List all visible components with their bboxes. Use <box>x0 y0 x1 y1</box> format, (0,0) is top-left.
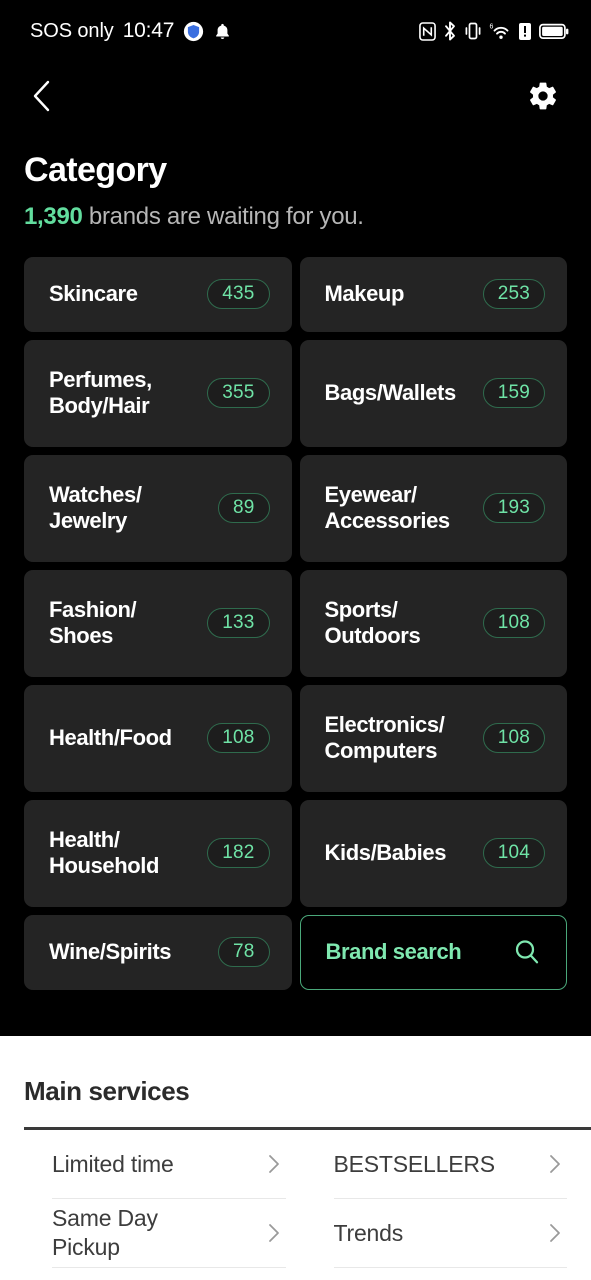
brand-count-subtitle: 1,390 brands are waiting for you. <box>24 203 567 231</box>
category-label: Skincare <box>49 281 138 307</box>
category-count-badge: 108 <box>207 723 270 754</box>
phone-screen: SOS only 10:47 6 Category 1,390 brands a… <box>0 0 591 1280</box>
chevron-right-icon <box>266 1152 282 1176</box>
category-count-badge: 108 <box>482 723 545 754</box>
category-count-badge: 159 <box>482 378 545 409</box>
clock-label: 10:47 <box>122 19 175 42</box>
category-count-badge: 133 <box>207 608 270 639</box>
category-tile[interactable]: Bags/Wallets 159 <box>299 339 567 447</box>
category-label: Health/ Household <box>49 827 160 879</box>
category-tile[interactable]: Perfumes, Body/Hair 355 <box>24 339 292 447</box>
category-label: Perfumes, Body/Hair <box>49 367 152 419</box>
category-count-badge: 193 <box>482 493 545 524</box>
brand-count-text: brands are waiting for you. <box>82 203 364 231</box>
bluetooth-icon <box>443 21 457 41</box>
category-count-badge: 108 <box>482 608 545 639</box>
category-count-badge: 355 <box>207 378 270 409</box>
settings-button[interactable] <box>521 76 565 120</box>
brand-search-label: Brand search <box>325 939 462 965</box>
wifi6-icon: 6 <box>489 21 511 41</box>
search-icon <box>512 937 542 967</box>
category-tile[interactable]: Health/Food 108 <box>24 684 292 792</box>
nav-bar <box>0 62 591 134</box>
service-label: Trends <box>333 1219 404 1246</box>
category-count-badge: 78 <box>217 937 270 968</box>
main-services-title: Main services <box>24 1076 190 1106</box>
svg-text:6: 6 <box>490 24 494 31</box>
chevron-left-icon <box>29 79 55 118</box>
category-tile[interactable]: Makeup 253 <box>299 256 567 332</box>
service-row[interactable]: Limited time <box>52 1130 286 1199</box>
category-label: Wine/Spirits <box>49 939 172 965</box>
category-count-badge: 182 <box>207 838 270 869</box>
brand-count-value: 1,390 <box>24 203 83 231</box>
chevron-right-icon <box>547 1221 563 1245</box>
service-row[interactable]: Trends <box>333 1199 567 1268</box>
back-button[interactable] <box>20 76 64 120</box>
main-services-grid: Limited time Same Day Pickup BESTSELLERS T… <box>0 1130 591 1268</box>
battery-icon <box>539 23 569 40</box>
page-header: Category 1,390 brands are waiting for yo… <box>0 134 591 231</box>
category-label: Makeup <box>324 281 405 307</box>
category-tile[interactable]: Wine/Spirits 78 <box>24 914 292 990</box>
sim-alert-icon <box>518 22 532 41</box>
category-tile[interactable]: Electronics/ Computers 108 <box>299 684 567 792</box>
service-label: Limited time <box>52 1150 174 1177</box>
category-count-badge: 435 <box>207 279 270 310</box>
main-services-sheet: Main services Limited time Same Day Picku… <box>0 1036 591 1280</box>
status-bar-right: 6 <box>419 21 569 41</box>
service-label: BESTSELLERS <box>333 1150 496 1177</box>
chevron-right-icon <box>547 1152 563 1176</box>
service-label: Same Day Pickup <box>52 1205 158 1260</box>
chevron-right-icon <box>266 1221 282 1245</box>
category-grid: Skincare 435 Makeup 253 Perfumes, Body/Hair 3… <box>0 256 591 990</box>
nfc-icon <box>419 21 436 41</box>
category-label: Eyewear/ Accessories <box>324 482 451 534</box>
brand-search-button[interactable]: Brand search <box>299 914 567 990</box>
category-count-badge: 104 <box>482 838 545 869</box>
category-tile[interactable]: Kids/Babies 104 <box>299 799 567 907</box>
category-tile[interactable]: Watches/ Jewelry 89 <box>24 454 292 562</box>
service-row[interactable]: BESTSELLERS <box>333 1130 567 1199</box>
vibrate-icon <box>464 21 482 41</box>
category-tile[interactable]: Fashion/ Shoes 133 <box>24 569 292 677</box>
category-label: Sports/ Outdoors <box>324 597 421 649</box>
category-label: Bags/Wallets <box>324 380 457 406</box>
page-title: Category <box>24 151 167 189</box>
category-count-badge: 89 <box>217 493 270 524</box>
status-bar: SOS only 10:47 6 <box>0 0 591 62</box>
shield-icon <box>183 21 204 42</box>
carrier-label: SOS only <box>30 19 114 42</box>
category-tile[interactable]: Skincare 435 <box>24 256 292 332</box>
category-count-badge: 253 <box>482 279 545 310</box>
category-tile[interactable]: Eyewear/ Accessories 193 <box>299 454 567 562</box>
category-label: Kids/Babies <box>324 840 447 866</box>
status-bar-left: SOS only 10:47 <box>30 19 232 43</box>
category-tile[interactable]: Sports/ Outdoors 108 <box>299 569 567 677</box>
category-label: Watches/ Jewelry <box>49 482 142 534</box>
gear-icon <box>527 80 559 117</box>
category-tile[interactable]: Health/ Household 182 <box>24 799 292 907</box>
main-services-left-column: Limited time Same Day Pickup <box>52 1130 286 1268</box>
bell-icon <box>213 22 232 41</box>
category-label: Health/Food <box>49 725 172 751</box>
category-label: Electronics/ Computers <box>324 712 445 764</box>
category-label: Fashion/ Shoes <box>49 597 137 649</box>
service-row[interactable]: Same Day Pickup <box>52 1199 286 1268</box>
main-services-right-column: BESTSELLERS Trends <box>333 1130 567 1268</box>
